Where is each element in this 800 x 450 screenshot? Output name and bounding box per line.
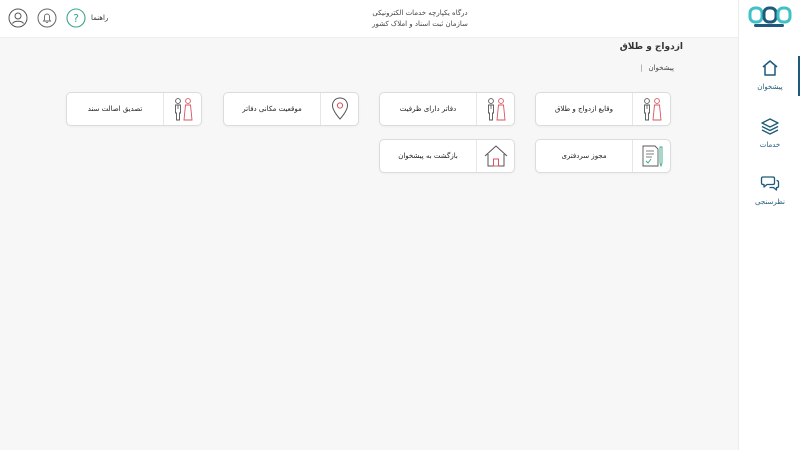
- breadcrumb-dashboard-link[interactable]: پیشخوان: [648, 64, 674, 72]
- help-label[interactable]: راهنما: [91, 14, 108, 22]
- portal-title-line1: درگاه یکپارچه خدمات الکترونیکی: [372, 9, 468, 17]
- document-pen-icon: [632, 140, 670, 172]
- couple-icon: [632, 93, 670, 125]
- logo-icon[interactable]: [748, 5, 792, 31]
- card-label: وقایع ازدواج و طلاق: [554, 105, 614, 113]
- bell-icon[interactable]: [37, 8, 57, 28]
- sidebar-item-services[interactable]: خدمات: [739, 114, 800, 170]
- breadcrumb-separator: |: [640, 64, 643, 72]
- office-locations-card[interactable]: موقعیت مکانی دفاتر: [223, 92, 359, 126]
- house-icon: [476, 140, 514, 172]
- user-icon[interactable]: [8, 8, 28, 28]
- marriage-divorce-events-card[interactable]: وقایع ازدواج و طلاق: [535, 92, 671, 126]
- card-label: موقعیت مکانی دفاتر: [242, 105, 302, 113]
- card-label: مجوز سردفتری: [561, 152, 607, 160]
- location-pin-icon: [320, 93, 358, 125]
- card-label: تصدیق اصالت سند: [87, 105, 143, 113]
- portal-title-line2: سازمان ثبت اسناد و املاک کشور: [372, 20, 468, 28]
- sidebar-item-label: پیشخوان: [757, 83, 783, 91]
- sidebar-item-label: خدمات: [759, 141, 781, 149]
- breadcrumb: پیشخوان |: [640, 64, 674, 72]
- offices-with-capacity-card[interactable]: دفاتر دارای ظرفیت: [379, 92, 515, 126]
- help-question-icon[interactable]: ?: [66, 8, 86, 28]
- notary-license-card[interactable]: مجوز سردفتری: [535, 139, 671, 173]
- layers-icon: [761, 118, 779, 135]
- sidebar-item-dashboard[interactable]: پیشخوان: [739, 56, 800, 112]
- home-icon: [762, 60, 778, 76]
- page-title: ازدواج و طلاق: [619, 42, 683, 52]
- chat-icon: [760, 176, 780, 191]
- portal-title: درگاه یکپارچه خدمات الکترونیکی سازمان ثب…: [330, 8, 510, 30]
- sidebar-item-survey[interactable]: نظرسنجی: [739, 171, 800, 227]
- back-to-dashboard-card[interactable]: بازگشت به پیشخوان: [379, 139, 515, 173]
- right-sidebar: پیشخوان خدمات نظرسنجی: [738, 0, 800, 450]
- couple-icon: [476, 93, 514, 125]
- card-label: بازگشت به پیشخوان: [398, 152, 458, 160]
- document-authenticity-card[interactable]: تصدیق اصالت سند: [66, 92, 202, 126]
- svg-text:?: ?: [73, 12, 79, 25]
- top-header: ? راهنما درگاه یکپارچه خدمات الکترونیکی …: [0, 0, 738, 38]
- card-label: دفاتر دارای ظرفیت: [399, 105, 457, 113]
- sidebar-item-label: نظرسنجی: [755, 198, 785, 206]
- couple-icon: [163, 93, 201, 125]
